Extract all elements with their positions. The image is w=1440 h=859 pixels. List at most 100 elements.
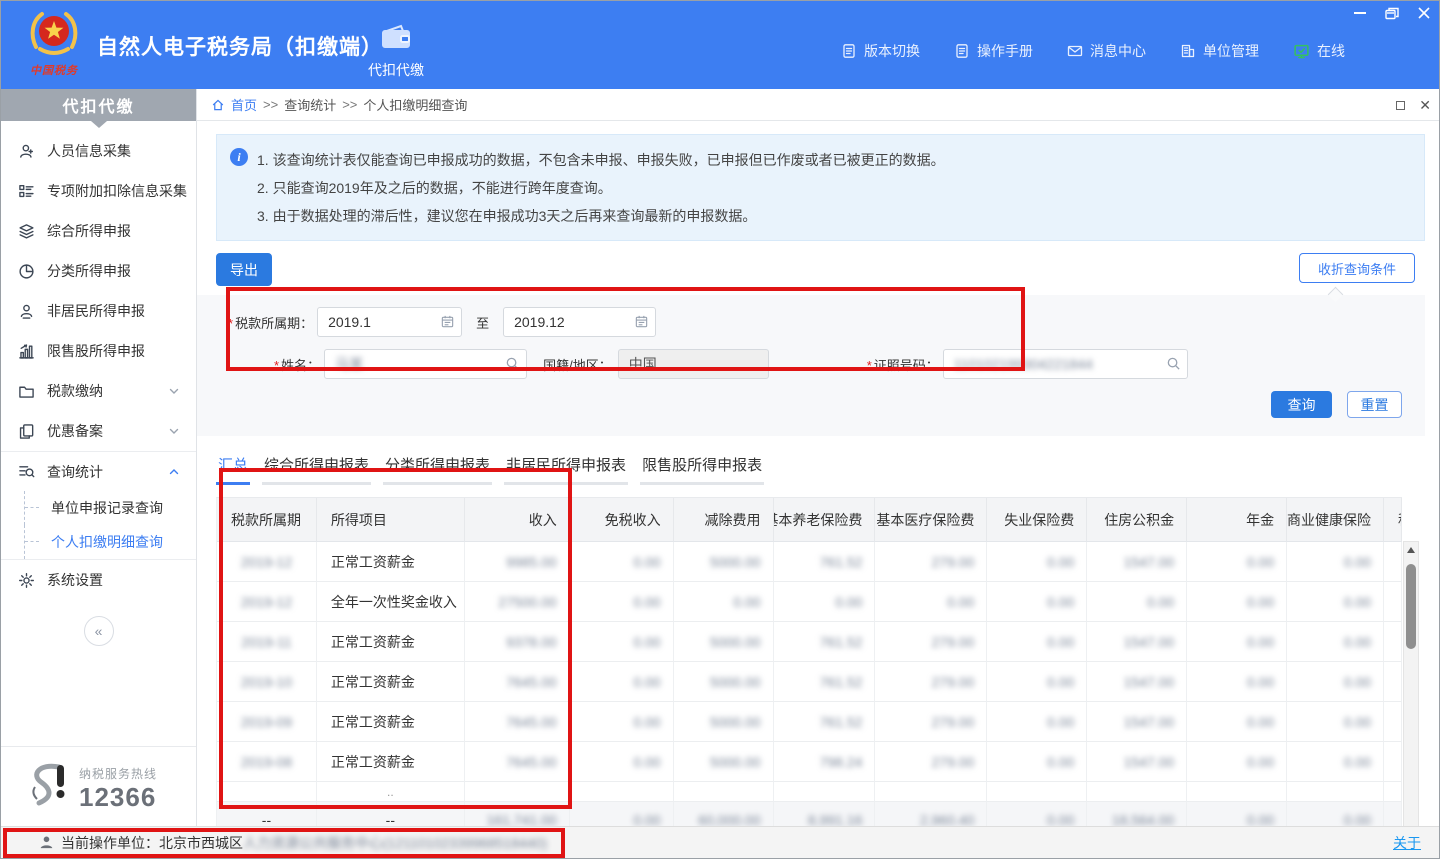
sidebar-item-label: 查询统计 (47, 462, 103, 482)
sidebar-item-9[interactable]: 系统设置 (1, 560, 196, 600)
sidebar-item-2[interactable]: 综合所得申报 (1, 211, 196, 251)
sidebar-item-8[interactable]: 查询统计 (1, 451, 196, 491)
query-panel-notch (1328, 287, 1344, 303)
tree-line (24, 491, 25, 525)
breadcrumb-separator: >> (263, 97, 278, 112)
list-icon (18, 183, 35, 200)
income-item-cell: 正常工资薪金 (317, 702, 465, 742)
status-bar: 当前操作单位：北京市西城区 人力资源公共服务中心(121101023399685… (1, 826, 1440, 858)
sidebar-item-1[interactable]: 专项附加扣除信息采集 (1, 171, 196, 211)
minimize-icon[interactable] (1351, 5, 1369, 21)
sidebar-subitem-0[interactable]: 单位申报记录查询 (1, 491, 196, 525)
sidebar-item-3[interactable]: 分类所得申报 (1, 251, 196, 291)
amount-cell: 0.00 (1187, 542, 1287, 582)
amount-cell: 0.00 (987, 702, 1087, 742)
income-item-cell: 正常工资薪金 (317, 742, 465, 782)
income-item-cell: 全年一次性奖金收入 (317, 582, 465, 622)
sidebar-item-6[interactable]: 税款缴纳 (1, 371, 196, 411)
amount-cell: 9378.00 (465, 622, 570, 662)
amount-cell: 1547.00 (1087, 662, 1187, 702)
about-link[interactable]: 关于 (1393, 833, 1421, 853)
amount-cell: 9985.00 (465, 542, 570, 582)
calendar-icon[interactable] (440, 314, 455, 329)
sidebar-item-4[interactable]: 非居民所得申报 (1, 291, 196, 331)
sidebar-item-7[interactable]: 优惠备案 (1, 411, 196, 451)
topnav-item-1[interactable]: 操作手册 (954, 41, 1033, 61)
breadcrumb-home[interactable]: 首页 (231, 95, 257, 114)
search-icon[interactable] (1166, 356, 1181, 371)
gear-icon (18, 572, 35, 589)
summary-table: 税款所属期所得项目收入免税收入减除费用基本养老保险费基本医疗保险费失业保险费住房… (216, 497, 1402, 839)
id-number-value: 110102199304221844 (954, 356, 1093, 372)
amount-cell: 0.00 (1287, 542, 1384, 582)
column-header: 税款所属期 (217, 498, 317, 542)
table-header-row: 税款所属期所得项目收入免税收入减除费用基本养老保险费基本医疗保险费失业保险费住房… (217, 498, 1402, 542)
notice-line: 3. 由于数据处理的滞后性，建议您在申报成功3天之后再来查询最新的申报数据。 (257, 202, 1410, 230)
tab-0[interactable]: 汇总 (216, 450, 250, 485)
tab-2[interactable]: 分类所得申报表 (383, 450, 492, 485)
amount-cell: 279.00 (875, 662, 987, 702)
tab-4[interactable]: 限售股所得申报表 (640, 450, 764, 485)
restore-icon[interactable] (1383, 5, 1401, 21)
export-button[interactable]: 导出 (216, 253, 272, 286)
table-vertical-scrollbar[interactable] (1403, 541, 1419, 838)
table-row: 2019-09正常工资薪金7645.000.005000.00761.52279… (217, 702, 1402, 742)
amount-cell: 0.00 (570, 742, 674, 782)
pane-maximize-icon[interactable] (1396, 101, 1405, 110)
online-icon (1293, 43, 1310, 60)
topnav-item-4[interactable]: 在线 (1293, 41, 1345, 61)
calendar-icon[interactable] (634, 314, 649, 329)
sidebar-submenu: 单位申报记录查询个人扣缴明细查询 (1, 491, 196, 560)
period-from-input[interactable]: 2019.1 (317, 307, 462, 337)
tab-3[interactable]: 非居民所得申报表 (504, 450, 628, 485)
amount-cell: 0.00 (1187, 702, 1287, 742)
amount-cell: 5000.00 (674, 662, 774, 702)
pane-close-icon[interactable]: ✕ (1419, 98, 1431, 112)
hotline-label: 纳税服务热线 (79, 765, 157, 782)
collapse-query-button[interactable]: 收折查询条件 (1299, 253, 1415, 283)
amount-cell: 1547.00 (1087, 542, 1187, 582)
sidebar-item-0[interactable]: 人员信息采集 (1, 131, 196, 171)
amount-cell (987, 782, 1087, 802)
amount-cell (570, 782, 674, 802)
notice-box: i 1. 该查询统计表仅能查询已申报成功的数据，不包含未申报、申报失败，已申报但… (216, 134, 1425, 241)
amount-cell (1087, 782, 1187, 802)
query-button[interactable]: 查询 (1271, 391, 1332, 418)
amount-cell (1187, 782, 1287, 802)
titlebar: 中国税务 自然人电子税务局（扣缴端） 代扣代缴 版本切换操作手册消息中心单位管理… (1, 1, 1440, 89)
reset-button[interactable]: 重置 (1347, 391, 1402, 418)
column-header: 所得项目 (317, 498, 465, 542)
name-label: *姓名： (274, 355, 320, 374)
tab-withholding-module[interactable]: 代扣代缴 (353, 15, 439, 89)
sidebar-item-label: 人员信息采集 (47, 141, 131, 161)
scroll-up-icon[interactable] (1404, 543, 1418, 557)
table-row: 2019-12正常工资薪金9985.000.005000.00761.52279… (217, 542, 1402, 582)
sidebar-collapse-button[interactable]: « (84, 616, 114, 646)
vertical-scroll-thumb[interactable] (1406, 564, 1416, 649)
amount-cell (674, 782, 774, 802)
topnav-label: 版本切换 (864, 41, 920, 61)
id-number-input[interactable]: 110102199304221844 (943, 349, 1188, 379)
topnav-item-0[interactable]: 版本切换 (841, 41, 920, 61)
name-input[interactable]: 马某 (324, 349, 527, 379)
amount-cell: 27500.00 (465, 582, 570, 622)
column-header: 商业健康保险 (1287, 498, 1384, 542)
close-icon[interactable] (1415, 5, 1433, 21)
topnav-item-3[interactable]: 单位管理 (1180, 41, 1259, 61)
topnav-label: 单位管理 (1203, 41, 1259, 61)
amount-cell: 0.00 (1187, 662, 1287, 702)
period-to-input[interactable]: 2019.12 (503, 307, 656, 337)
amount-cell (1384, 742, 1402, 782)
amount-cell: 1547.00 (1087, 742, 1187, 782)
id-number-label: *证照号码： (867, 355, 939, 374)
column-header: 收入 (465, 498, 570, 542)
sidebar-subitem-label: 个人扣缴明细查询 (51, 532, 163, 552)
topnav-item-2[interactable]: 消息中心 (1067, 41, 1146, 61)
amount-cell: 5000.00 (674, 702, 774, 742)
tab-1[interactable]: 综合所得申报表 (262, 450, 371, 485)
tax-emblem-logo: 中国税务 (25, 7, 83, 83)
sidebar-item-5[interactable]: 限售股所得申报 (1, 331, 196, 371)
column-header: 年金 (1187, 498, 1287, 542)
sidebar-subitem-1[interactable]: 个人扣缴明细查询 (1, 525, 196, 559)
search-icon[interactable] (505, 356, 520, 371)
